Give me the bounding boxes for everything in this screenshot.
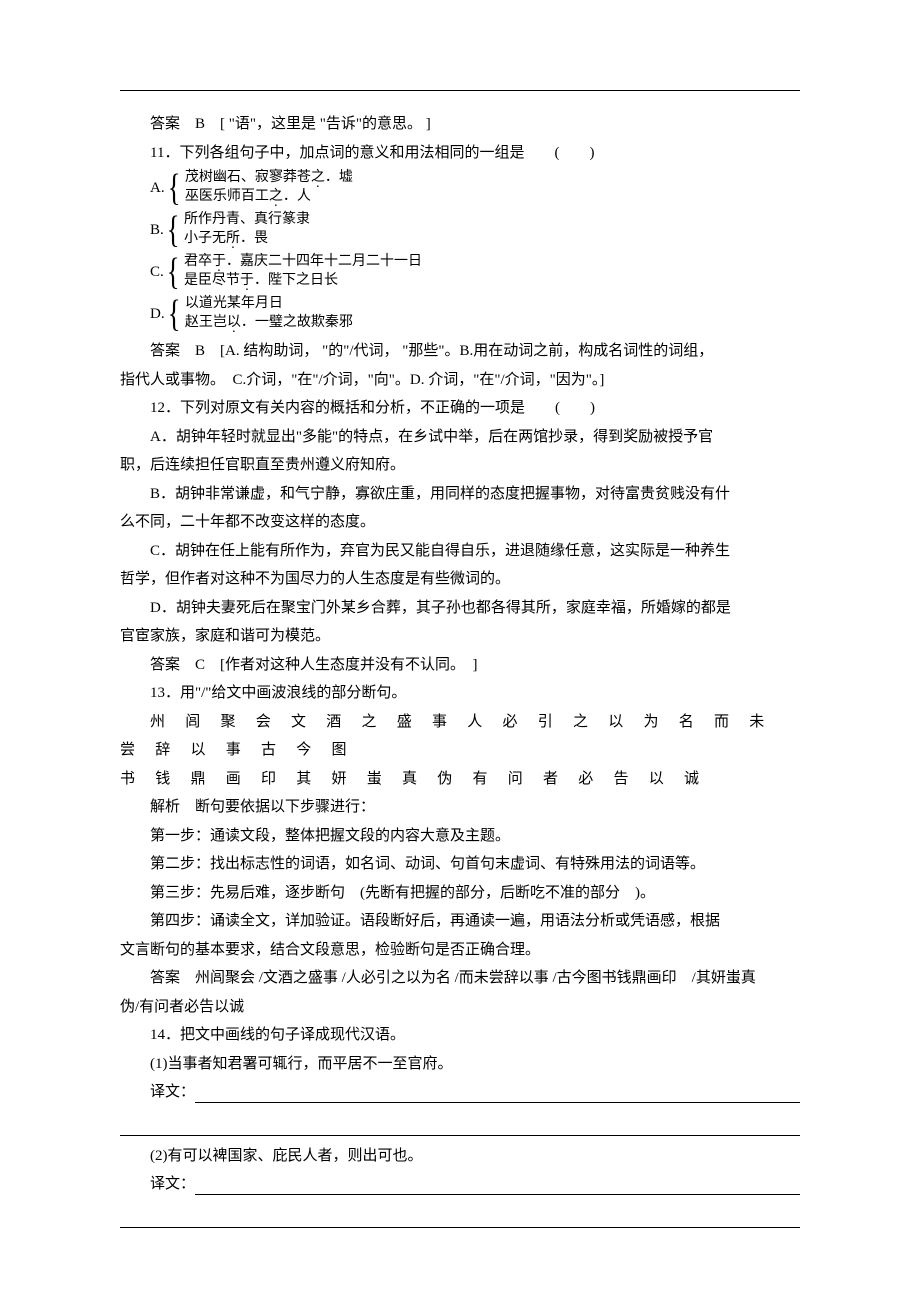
q13-body-1: 州 闾 聚 会 文 酒 之 盛 事 人 必 引 之 以 为 名 而 未 尝 辞 …: [120, 708, 800, 765]
brace-icon: {: [167, 211, 180, 249]
option-11-B: B. { 所作丹青、真行篆隶 小子无所．畏: [120, 211, 800, 249]
question-13: 13．用"/"给文中画波浪线的部分断句。: [120, 679, 800, 708]
answer-blank-line[interactable]: [120, 1117, 800, 1136]
step-1: 第一步：通读文段，整体把握文段的内容大意及主题。: [120, 822, 800, 851]
q14-sub2: (2)有可以裨国家、庇民人者，则出可也。: [120, 1142, 800, 1171]
option-11-D: D. { 以道光某年月日 赵王岂以．一璧之故欺秦邪: [120, 295, 800, 333]
answer-11-line1: 答案 B [A. 结构助词， "的"/代词， "那些"。B.用在动词之前，构成名…: [120, 337, 800, 366]
answer-11-line2: 指代人或事物。 C.介词，"在"/介词，"向"。D. 介词，"在"/介词，"因为…: [120, 366, 800, 395]
step-4b: 文言断句的基本要求，结合文段意思，检验断句是否正确合理。: [120, 936, 800, 965]
translation-label: 译文：: [120, 1170, 195, 1199]
option-label: A.: [120, 174, 165, 203]
step-4a: 第四步：诵读全文，详加验证。语段断好后，再通读一遍，用语法分析或凭语感，根据: [120, 907, 800, 936]
option-12-C-2: 哲学，但作者对这种不为国尽力的人生态度是有些微词的。: [120, 565, 800, 594]
translation-label: 译文：: [120, 1078, 195, 1107]
option-line: 茂树幽石、寂寥莽苍之．墟: [185, 169, 353, 188]
option-12-C-1: C．胡钟在任上能有所作为，弃官为民又能自得自乐，进退随缘任意，这实际是一种养生: [120, 537, 800, 566]
answer-blank[interactable]: [195, 1176, 800, 1195]
option-12-D-1: D．胡钟夫妻死后在聚宝门外某乡合葬，其子孙也都各得其所，家庭幸福，所婚嫁的都是: [120, 594, 800, 623]
question-11: 11．下列各组句子中，加点词的意义和用法相同的一组是 ( ): [120, 139, 800, 168]
option-11-C: C. { 君卒于．嘉庆二十四年十二月二十一日 是臣尽节于．陛下之日长: [120, 253, 800, 291]
top-rule: [120, 90, 800, 91]
option-12-A-2: 职，后连续担任官职直至贵州遵义府知府。: [120, 451, 800, 480]
brace-icon: {: [167, 295, 180, 333]
option-12-A-1: A．胡钟年轻时就显出"多能"的特点，在乡试中举，后在两馆抄录，得到奖励被授予官: [120, 423, 800, 452]
option-line: 巫医乐师百工之．人: [185, 188, 353, 207]
answer-13-b: 伪/有问者必告以诚: [120, 993, 800, 1022]
option-line: 所作丹青、真行篆隶: [184, 211, 310, 230]
answer-12: 答案 C [作者对这种人生态度并没有不认同。 ]: [120, 651, 800, 680]
option-line: 君卒于．嘉庆二十四年十二月二十一日: [184, 253, 422, 272]
q14-sub1: (1)当事者知君署可辄行，而平居不一至官府。: [120, 1050, 800, 1079]
answer-13-a: 答案 州闾聚会 /文酒之盛事 /人必引之以为名 /而未尝辞以事 /古今图书钱鼎画…: [120, 964, 800, 993]
q13-body-2: 书 钱 鼎 画 印 其 妍 蚩 真 伪 有 问 者 必 告 以 诚: [120, 765, 800, 794]
option-line: 小子无所．畏: [184, 230, 310, 249]
answer-blank[interactable]: [195, 1084, 800, 1103]
option-12-D-2: 官宦家族，家庭和谐可为模范。: [120, 622, 800, 651]
option-label: D.: [120, 300, 165, 329]
option-label: B.: [120, 216, 164, 245]
analysis-label: 解析 断句要依据以下步骤进行：: [120, 793, 800, 822]
option-12-B-2: 么不同，二十年都不改变这样的态度。: [120, 508, 800, 537]
answer-10: 答案 B [ "语"，这里是 "告诉"的意思。 ]: [120, 110, 800, 139]
brace-icon: {: [167, 169, 180, 207]
option-line: 以道光某年月日: [185, 295, 353, 314]
answer-blank-line[interactable]: [120, 1209, 800, 1228]
translation-row-1: 译文：: [120, 1078, 800, 1107]
step-3: 第三步：先易后难，逐步断句 (先断有把握的部分，后断吃不准的部分 )。: [120, 879, 800, 908]
option-label: C.: [120, 258, 164, 287]
question-12: 12．下列对原文有关内容的概括和分析，不正确的一项是 ( ): [120, 394, 800, 423]
brace-icon: {: [167, 253, 180, 291]
step-2: 第二步：找出标志性的词语，如名词、动词、句首句末虚词、有特殊用法的词语等。: [120, 850, 800, 879]
translation-row-2: 译文：: [120, 1170, 800, 1199]
question-14: 14．把文中画线的句子译成现代汉语。: [120, 1021, 800, 1050]
option-line: 赵王岂以．一璧之故欺秦邪: [185, 314, 353, 333]
option-12-B-1: B．胡钟非常谦虚，和气宁静，寡欲庄重，用同样的态度把握事物，对待富贵贫贱没有什: [120, 480, 800, 509]
option-11-A: A. { 茂树幽石、寂寥莽苍之．墟 巫医乐师百工之．人: [120, 169, 800, 207]
